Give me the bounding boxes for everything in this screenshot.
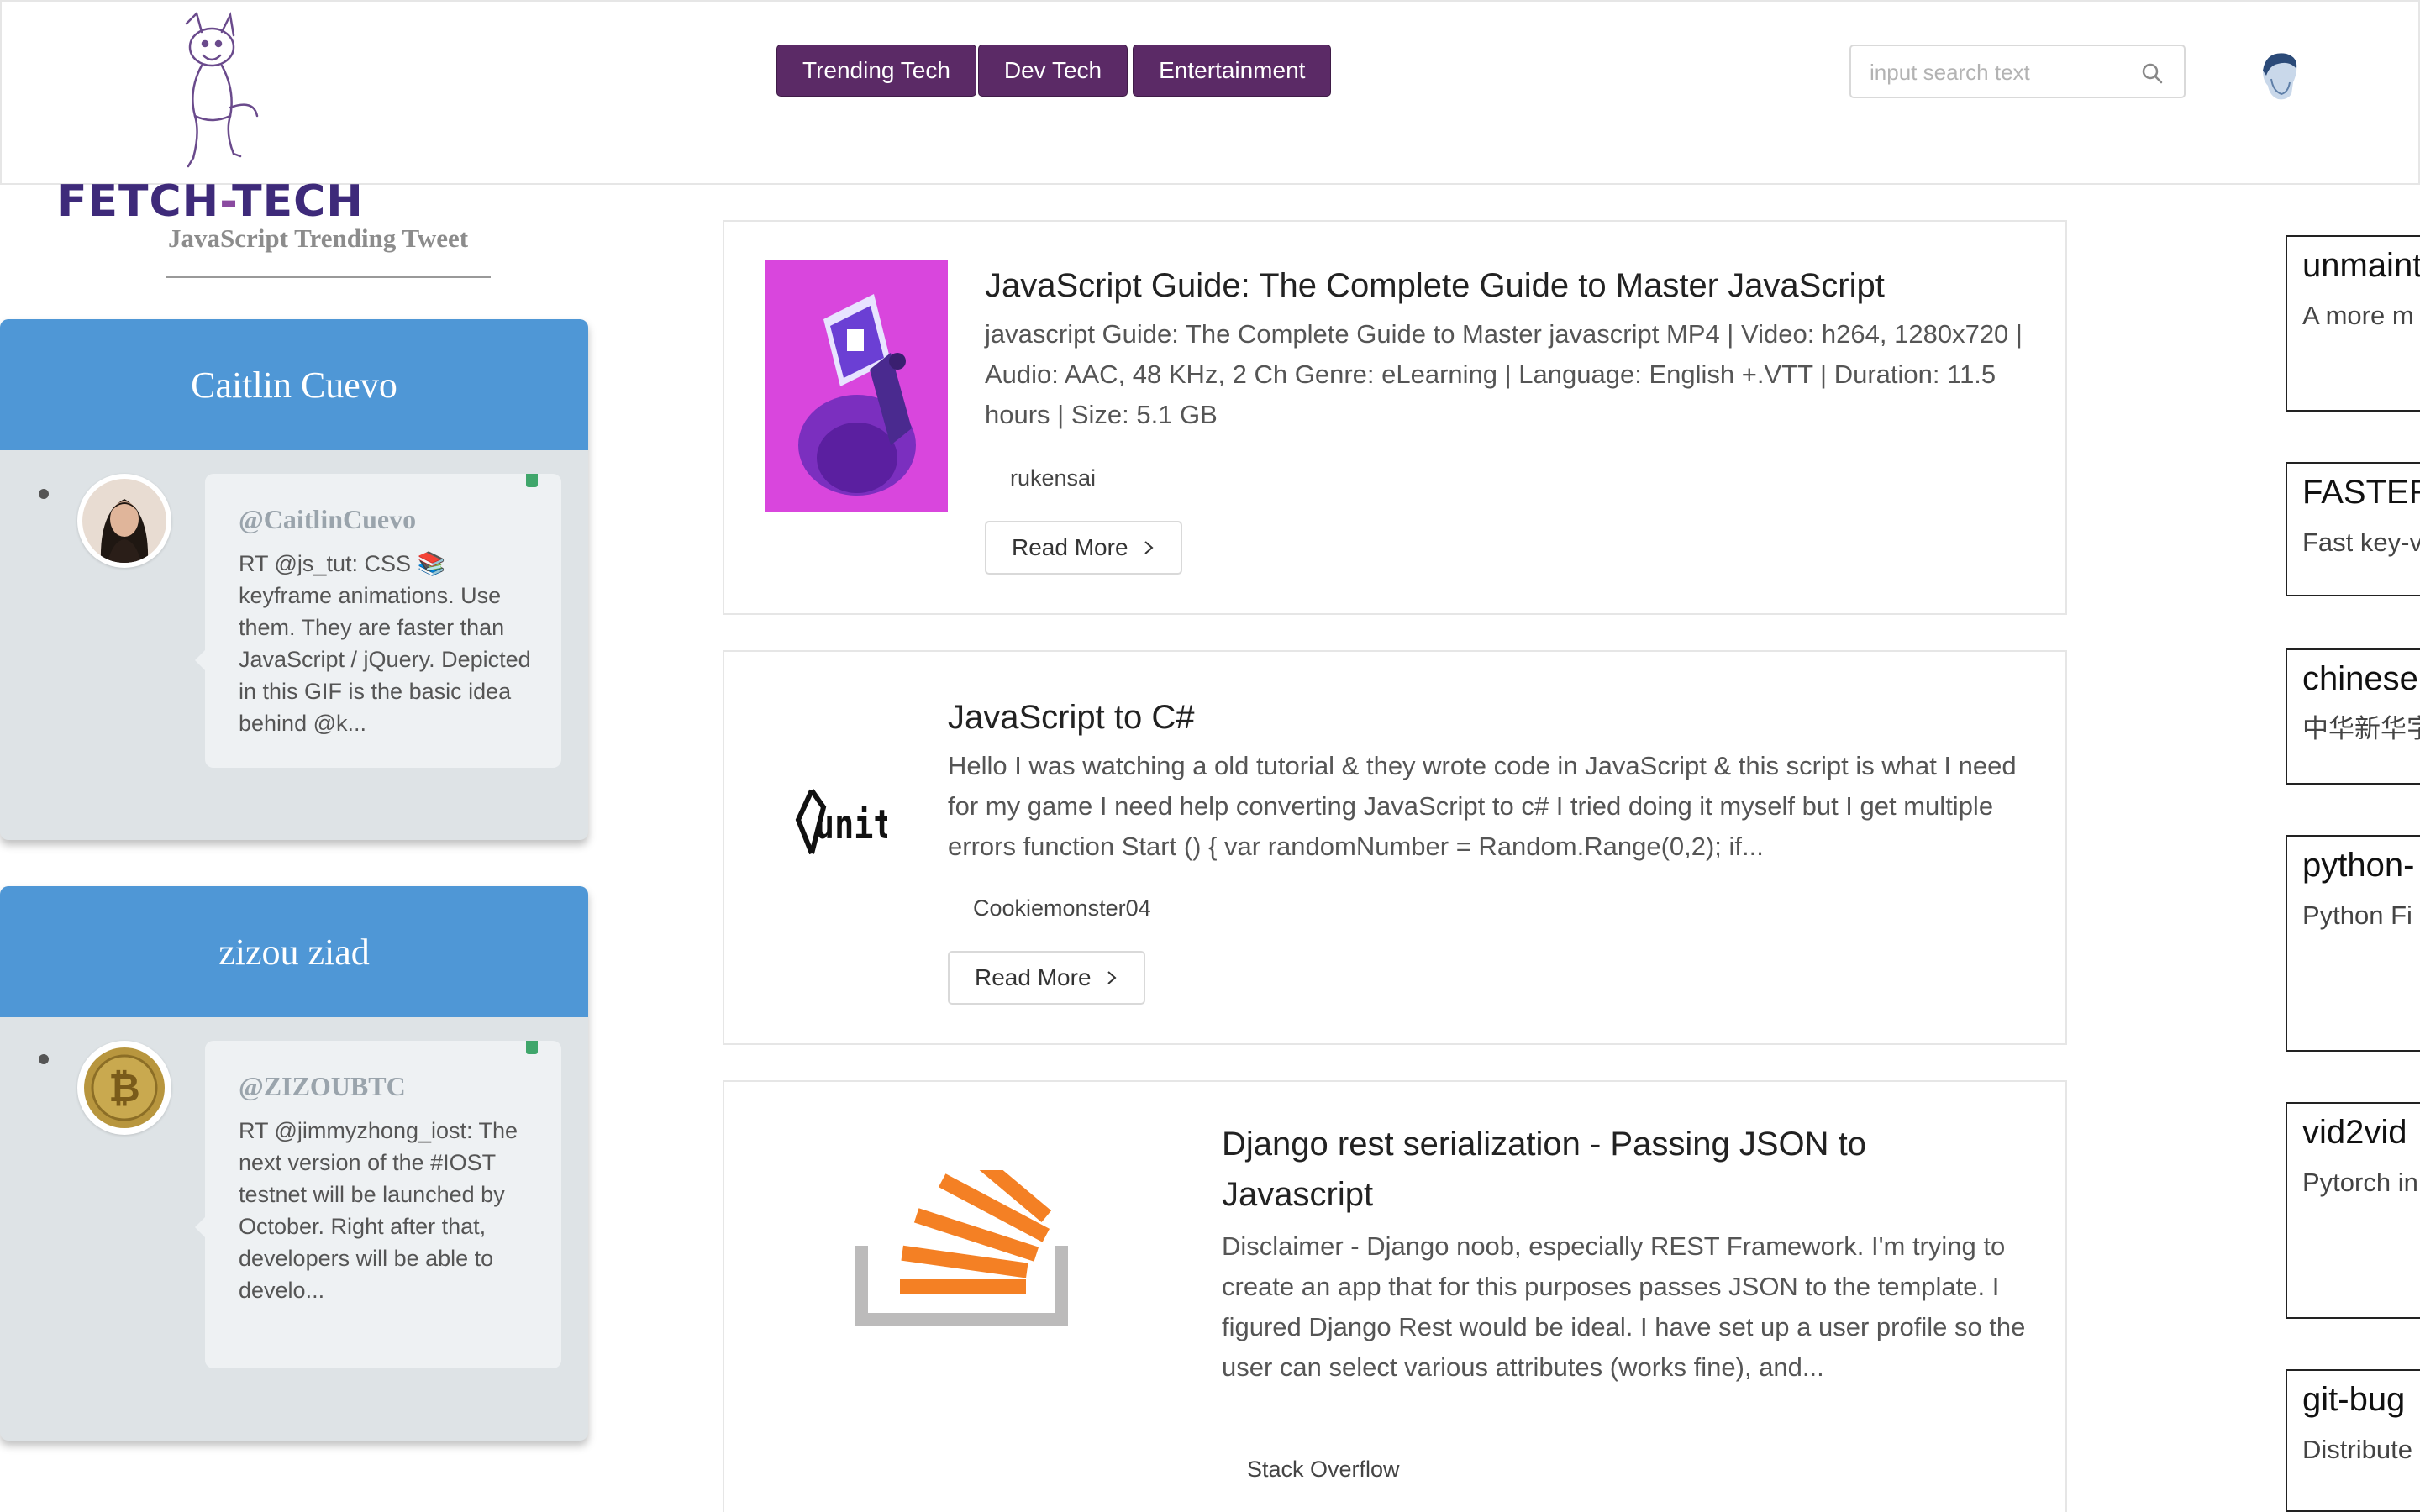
main-nav: Trending Tech Dev Tech Entertainment [776, 45, 1332, 97]
profile-photo-icon [82, 479, 166, 563]
article-author: rukensai [1010, 465, 1097, 491]
repo-title: chinese [2302, 660, 2418, 697]
article-title-link[interactable]: JavaScript Guide: The Complete Guide to … [985, 260, 1885, 311]
svg-text:unity: unity [815, 802, 887, 848]
article-thumbnail-icon[interactable] [765, 260, 948, 512]
repo-card[interactable]: unmaint A more m version of http://min [2286, 235, 2420, 412]
article-author: Stack Overflow [1247, 1457, 1400, 1482]
repo-description: Pytorch in for high-r photoreal translat… [2302, 1168, 2420, 1197]
tweet-author-name: Caitlin Cuevo [0, 319, 588, 450]
list-bullet [39, 489, 49, 499]
brand-name: FETCH-TECH [57, 176, 364, 227]
tweets-section-title: JavaScript Trending Tweet [168, 223, 469, 253]
tweet-bubble: @ZIZOUBTC RT @jimmyzhong_iost: The next … [195, 1041, 561, 1368]
read-more-label: Read More [1012, 534, 1128, 560]
top-navbar: Trending Tech Dev Tech Entertainment [0, 0, 2420, 185]
repo-card[interactable]: python- Python Fi generatin (CLIs) fro o… [2286, 835, 2420, 1052]
search-icon[interactable] [2140, 61, 2164, 85]
nav-entertainment-button[interactable]: Entertainment [1133, 45, 1332, 97]
user-avatar-icon[interactable] [2248, 45, 2312, 109]
tweet-text: RT @js_tut: CSS 📚 keyframe animations. U… [239, 551, 531, 736]
avatar[interactable] [77, 474, 171, 568]
repo-title: FASTER [2302, 474, 2420, 511]
status-indicator [526, 474, 538, 487]
article-title-link[interactable]: Django rest serialization - Passing JSON… [1222, 1119, 1978, 1220]
section-divider [166, 276, 491, 278]
repo-card[interactable]: FASTER Fast key-v Research [2286, 462, 2420, 596]
chevron-right-icon [1144, 541, 1154, 554]
nav-trending-tech-button[interactable]: Trending Tech [776, 45, 976, 97]
tweet-card: Caitlin Cuevo @CaitlinCuevo RT @js_tut: … [0, 319, 588, 840]
search-box [1849, 45, 2186, 98]
tweet-text: RT @jimmyzhong_iost: The next version of… [239, 1118, 518, 1303]
read-more-button[interactable]: Read More [948, 951, 1145, 1005]
tweet-author-name: zizou ziad [0, 886, 588, 1017]
article-card: JavaScript Guide: The Complete Guide to … [723, 220, 2067, 615]
article-card: unity JavaScript to C# Hello I was watch… [723, 650, 2067, 1045]
read-more-label: Read More [975, 964, 1092, 990]
repo-card[interactable]: vid2vid Pytorch in for high-r photoreal … [2286, 1102, 2420, 1319]
article-summary: javascript Guide: The Complete Guide to … [985, 319, 2023, 429]
dog-logo-icon[interactable] [153, 7, 287, 175]
search-input[interactable] [1870, 56, 2122, 88]
nav-dev-tech-button[interactable]: Dev Tech [977, 45, 1128, 97]
list-bullet [39, 1054, 49, 1064]
tweet-card: zizou ziad ₿ @ZIZOUBTC RT @jimmyzhong_io… [0, 886, 588, 1441]
repo-description: Distribute Git [2302, 1435, 2420, 1464]
repo-title: python- [2302, 847, 2415, 884]
article-card: Django rest serialization - Passing JSON… [723, 1080, 2067, 1512]
article-title-link[interactable]: JavaScript to C# [948, 692, 1194, 743]
article-author: Cookiemonster04 [973, 895, 1151, 921]
article-summary: Disclaimer - Django noob, especially RES… [1222, 1231, 2026, 1382]
status-indicator [526, 1041, 538, 1054]
repo-description: 中华新华字 语，词语， [2302, 714, 2420, 743]
article-summary: Hello I was watching a old tutorial & th… [948, 751, 2017, 861]
tweet-bubble: @CaitlinCuevo RT @js_tut: CSS 📚 keyframe… [195, 474, 561, 768]
bitcoin-coin-icon: ₿ [84, 1047, 165, 1128]
unity-logo-icon[interactable]: unity [795, 769, 887, 879]
repo-title: vid2vid [2302, 1114, 2407, 1151]
repo-description: A more m version of http://min [2302, 301, 2420, 330]
repo-card[interactable]: git-bug Distribute Git [2286, 1369, 2420, 1512]
repo-card[interactable]: chinese 中华新华字 语，词语， [2286, 648, 2420, 785]
read-more-button[interactable]: Read More [985, 521, 1182, 575]
tweet-handle-link[interactable]: @CaitlinCuevo [239, 504, 416, 535]
avatar[interactable]: ₿ [77, 1041, 171, 1135]
svg-text:₿: ₿ [108, 1065, 140, 1110]
repo-title: git-bug [2302, 1381, 2406, 1418]
tweet-handle-link[interactable]: @ZIZOUBTC [239, 1071, 406, 1102]
stack-overflow-logo-icon[interactable] [855, 1170, 1073, 1326]
repo-description: Python Fi generatin (CLIs) fro object. [2302, 900, 2420, 930]
repo-description: Fast key-v Research [2302, 528, 2420, 557]
chevron-right-icon [1107, 971, 1117, 984]
repo-title: unmaint [2302, 247, 2420, 284]
